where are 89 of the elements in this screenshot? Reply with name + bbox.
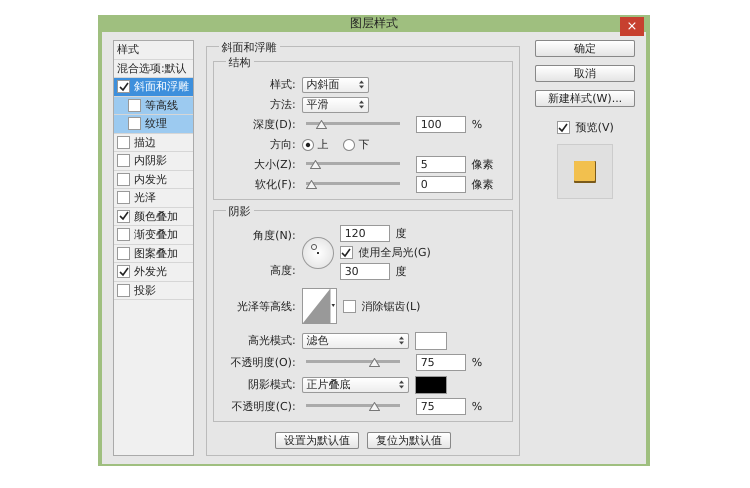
checkbox-label: 预览(V) <box>576 120 614 135</box>
slider-thumb[interactable] <box>316 120 327 129</box>
style-list-item[interactable]: 投影 <box>114 282 193 300</box>
checkbox[interactable] <box>117 284 130 297</box>
checkbox[interactable] <box>117 246 130 260</box>
field-label: 阴影模式: <box>246 377 296 392</box>
dropdown[interactable]: 滤色 <box>302 332 409 348</box>
action-button[interactable]: 取消 <box>535 65 636 82</box>
unit-label: 度 <box>396 264 407 279</box>
preview-swatch-icon <box>574 160 596 182</box>
unit-label: % <box>472 356 482 369</box>
dropdown[interactable]: 内斜面 <box>302 76 369 92</box>
dropdown[interactable]: 正片叠底 <box>302 376 409 392</box>
style-list-item[interactable]: 纹理 <box>114 115 193 134</box>
style-list-item[interactable]: 光泽 <box>114 189 193 208</box>
checkbox[interactable] <box>117 191 130 204</box>
stepper-icon <box>398 380 404 389</box>
slider-thumb[interactable] <box>306 180 317 189</box>
checkbox[interactable] <box>340 246 353 259</box>
group-title: 阴影 <box>226 204 254 219</box>
action-button[interactable]: 新建样式(W)... <box>535 90 636 107</box>
checkbox[interactable] <box>117 136 130 149</box>
number-field[interactable]: 75 <box>416 398 466 415</box>
list-header: 样式 <box>114 41 193 60</box>
close-button[interactable]: × <box>620 17 644 36</box>
stepper-icon <box>398 336 404 345</box>
number-field[interactable]: 5 <box>416 156 466 173</box>
unit-label: % <box>472 400 482 413</box>
window-title: 图层样式 <box>350 15 398 32</box>
checkbox-label: 使用全局光(G) <box>358 245 431 260</box>
field-label: 高光模式: <box>246 333 296 348</box>
field-label: 大小(Z): <box>252 157 296 172</box>
slider-thumb[interactable] <box>368 402 380 411</box>
unit-label: 像素 <box>472 157 494 172</box>
field-label: 高度: <box>270 262 296 278</box>
field-label: 深度(D): <box>252 117 296 132</box>
color-swatch[interactable] <box>414 376 447 394</box>
field-label: 方向: <box>268 137 296 152</box>
field-label: 不透明度(O): <box>230 355 296 370</box>
dropdown[interactable]: 平滑 <box>302 96 369 112</box>
style-list-item[interactable]: 等高线 <box>114 96 193 115</box>
slider-thumb[interactable] <box>368 358 380 367</box>
color-swatch[interactable] <box>414 332 447 350</box>
style-list-item[interactable]: 颜色叠加 <box>114 208 193 226</box>
style-list-item[interactable]: 外发光 <box>114 263 193 282</box>
checkbox[interactable] <box>117 154 130 168</box>
stepper-icon <box>358 80 364 89</box>
number-field[interactable]: 75 <box>416 354 466 371</box>
number-field[interactable]: 120 <box>340 225 390 242</box>
number-field[interactable]: 0 <box>416 176 466 193</box>
default-button[interactable]: 复位为默认值 <box>367 432 452 449</box>
style-list-item[interactable]: 图案叠加 <box>114 244 193 263</box>
checkbox[interactable] <box>117 228 130 242</box>
style-list-item[interactable]: 描边 <box>114 134 193 152</box>
checkbox[interactable] <box>556 121 570 134</box>
field-label: 角度(N): <box>253 228 296 242</box>
checkbox[interactable] <box>117 265 130 278</box>
group-title: 斜面和浮雕 <box>218 40 280 55</box>
number-field[interactable]: 100 <box>416 116 466 133</box>
checkbox[interactable] <box>128 117 141 130</box>
unit-label: 度 <box>396 226 407 241</box>
checkbox[interactable] <box>128 98 141 112</box>
angle-dial[interactable] <box>302 236 334 268</box>
radio-button[interactable] <box>302 138 314 150</box>
checkbox[interactable] <box>117 172 130 186</box>
radio-label: 上 <box>318 137 329 152</box>
stepper-icon <box>358 100 364 109</box>
group-title: 结构 <box>226 55 254 70</box>
checkbox-label: 消除锯齿(L) <box>362 298 420 314</box>
style-list-item[interactable]: 内阴影 <box>114 152 193 170</box>
unit-label: 像素 <box>472 177 494 192</box>
slider-thumb[interactable] <box>310 160 321 169</box>
style-list-item[interactable]: 内发光 <box>114 170 193 189</box>
field-label: 光泽等高线: <box>236 298 296 314</box>
field-label: 样式: <box>268 77 296 92</box>
field-label: 不透明度(C): <box>230 399 296 414</box>
radio-button[interactable] <box>342 138 355 150</box>
field-label: 方法: <box>268 97 296 112</box>
style-list-item[interactable]: 渐变叠加 <box>114 226 193 244</box>
action-button[interactable]: 确定 <box>535 40 636 57</box>
checkbox[interactable] <box>342 300 356 312</box>
field-label: 软化(F): <box>254 177 296 192</box>
checkbox[interactable] <box>117 80 130 94</box>
number-field[interactable]: 30 <box>340 263 390 280</box>
unit-label: % <box>472 118 482 131</box>
default-button[interactable]: 设置为默认值 <box>275 432 360 449</box>
radio-label: 下 <box>358 137 370 152</box>
contour-picker[interactable] <box>302 288 337 324</box>
checkbox[interactable] <box>117 210 130 223</box>
